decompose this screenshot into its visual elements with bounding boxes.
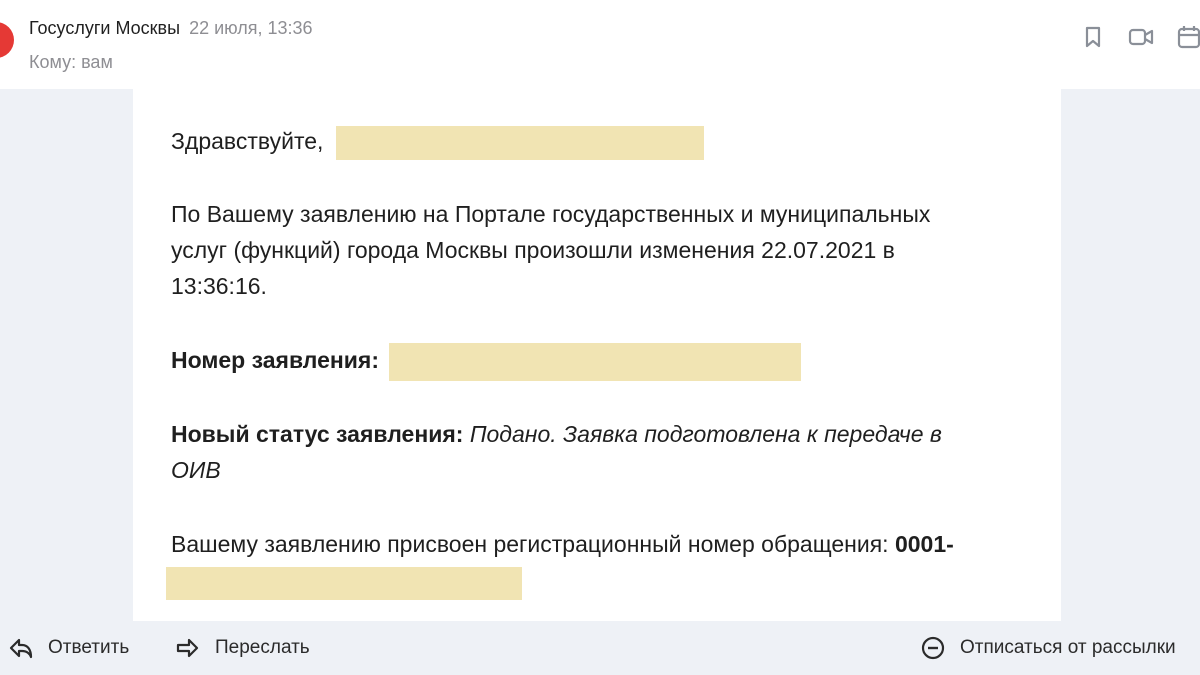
email-header: Госуслуги Москвы 22 июля, 13:36 Кому: ва… xyxy=(0,0,1200,89)
recipient-line: Кому: вам xyxy=(29,52,113,72)
greeting-line: Здравствуйте, xyxy=(171,123,704,160)
forward-button[interactable]: Переслать xyxy=(175,633,310,663)
forward-label: Переслать xyxy=(215,637,310,658)
redacted-application-number xyxy=(389,342,802,381)
reply-icon xyxy=(9,638,33,659)
paragraph-line-2: услуг (функций) города Москвы произошли … xyxy=(171,237,895,263)
paragraph-line-3: 13:36:16. xyxy=(171,273,267,299)
greeting-text: Здравствуйте, xyxy=(171,128,324,154)
calendar-icon[interactable] xyxy=(1176,24,1200,50)
reply-label: Ответить xyxy=(48,637,130,658)
bookmark-icon[interactable] xyxy=(1080,24,1106,50)
registration-number-prefix: 0001- xyxy=(894,531,954,557)
status-value: Подано. Заявка подготовлена к передаче в xyxy=(469,421,942,447)
video-call-icon[interactable] xyxy=(1128,24,1154,50)
redacted-name xyxy=(335,125,704,160)
sender-avatar[interactable] xyxy=(0,22,14,58)
sender-line: Госуслуги Москвы 22 июля, 13:36 xyxy=(29,18,313,39)
registration-text: Вашему заявлению присвоен регистрационны… xyxy=(171,531,889,557)
email-date: 22 июля, 13:36 xyxy=(189,18,313,38)
sender-name[interactable]: Госуслуги Москвы xyxy=(29,18,180,38)
forward-icon xyxy=(176,638,199,658)
unsubscribe-button[interactable]: Отписаться от рассылки xyxy=(920,633,1176,663)
unsubscribe-icon xyxy=(921,636,945,660)
redacted-registration-number xyxy=(166,567,522,600)
registration-line: Вашему заявлению присвоен регистрационны… xyxy=(171,526,954,562)
application-number-line: Номер заявления: xyxy=(171,342,802,381)
status-value-continued: ОИВ xyxy=(171,457,221,483)
status-line-2: ОИВ xyxy=(171,452,221,488)
reply-button[interactable]: Ответить xyxy=(8,633,129,663)
status-line-1: Новый статус заявления: Подано. Заявка п… xyxy=(171,416,942,452)
action-bar: Ответить Переслать Отписаться от рассылк… xyxy=(0,621,1200,675)
paragraph-line-1: По Вашему заявлению на Портале государст… xyxy=(171,201,931,227)
email-body: Здравствуйте, По Вашему заявлению на Пор… xyxy=(133,89,1061,621)
unsubscribe-label: Отписаться от рассылки xyxy=(960,637,1176,658)
application-number-label: Номер заявления: xyxy=(171,347,379,373)
status-label: Новый статус заявления: xyxy=(171,421,464,447)
